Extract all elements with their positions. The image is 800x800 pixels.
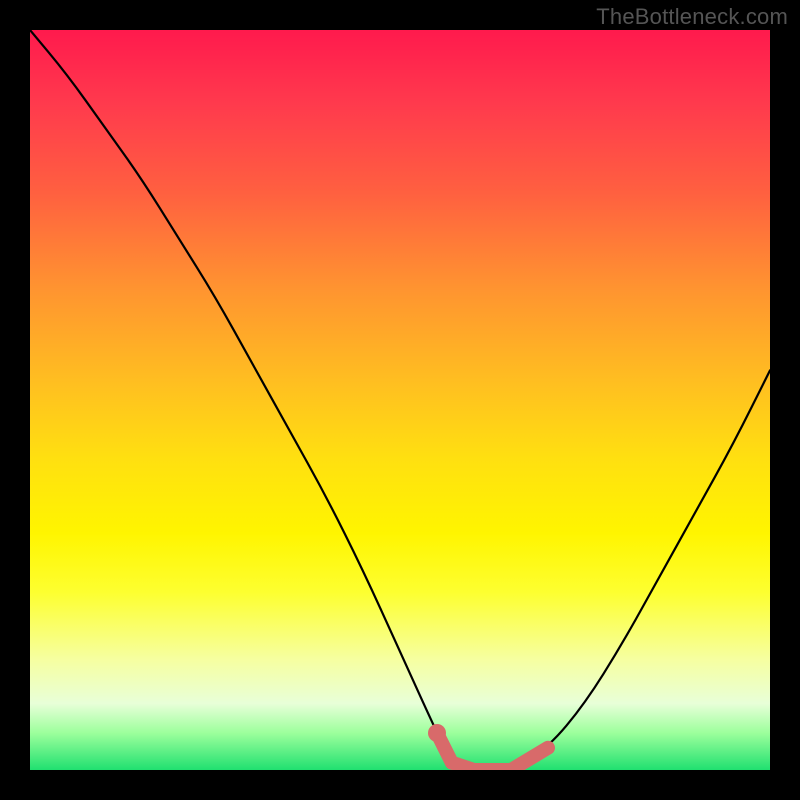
bottleneck-curve-line	[30, 30, 770, 770]
chart-svg	[30, 30, 770, 770]
highlight-start-dot	[428, 724, 446, 742]
chart-container: TheBottleneck.com	[0, 0, 800, 800]
highlight-segment-line	[437, 733, 548, 770]
watermark-text: TheBottleneck.com	[596, 4, 788, 30]
plot-area	[30, 30, 770, 770]
